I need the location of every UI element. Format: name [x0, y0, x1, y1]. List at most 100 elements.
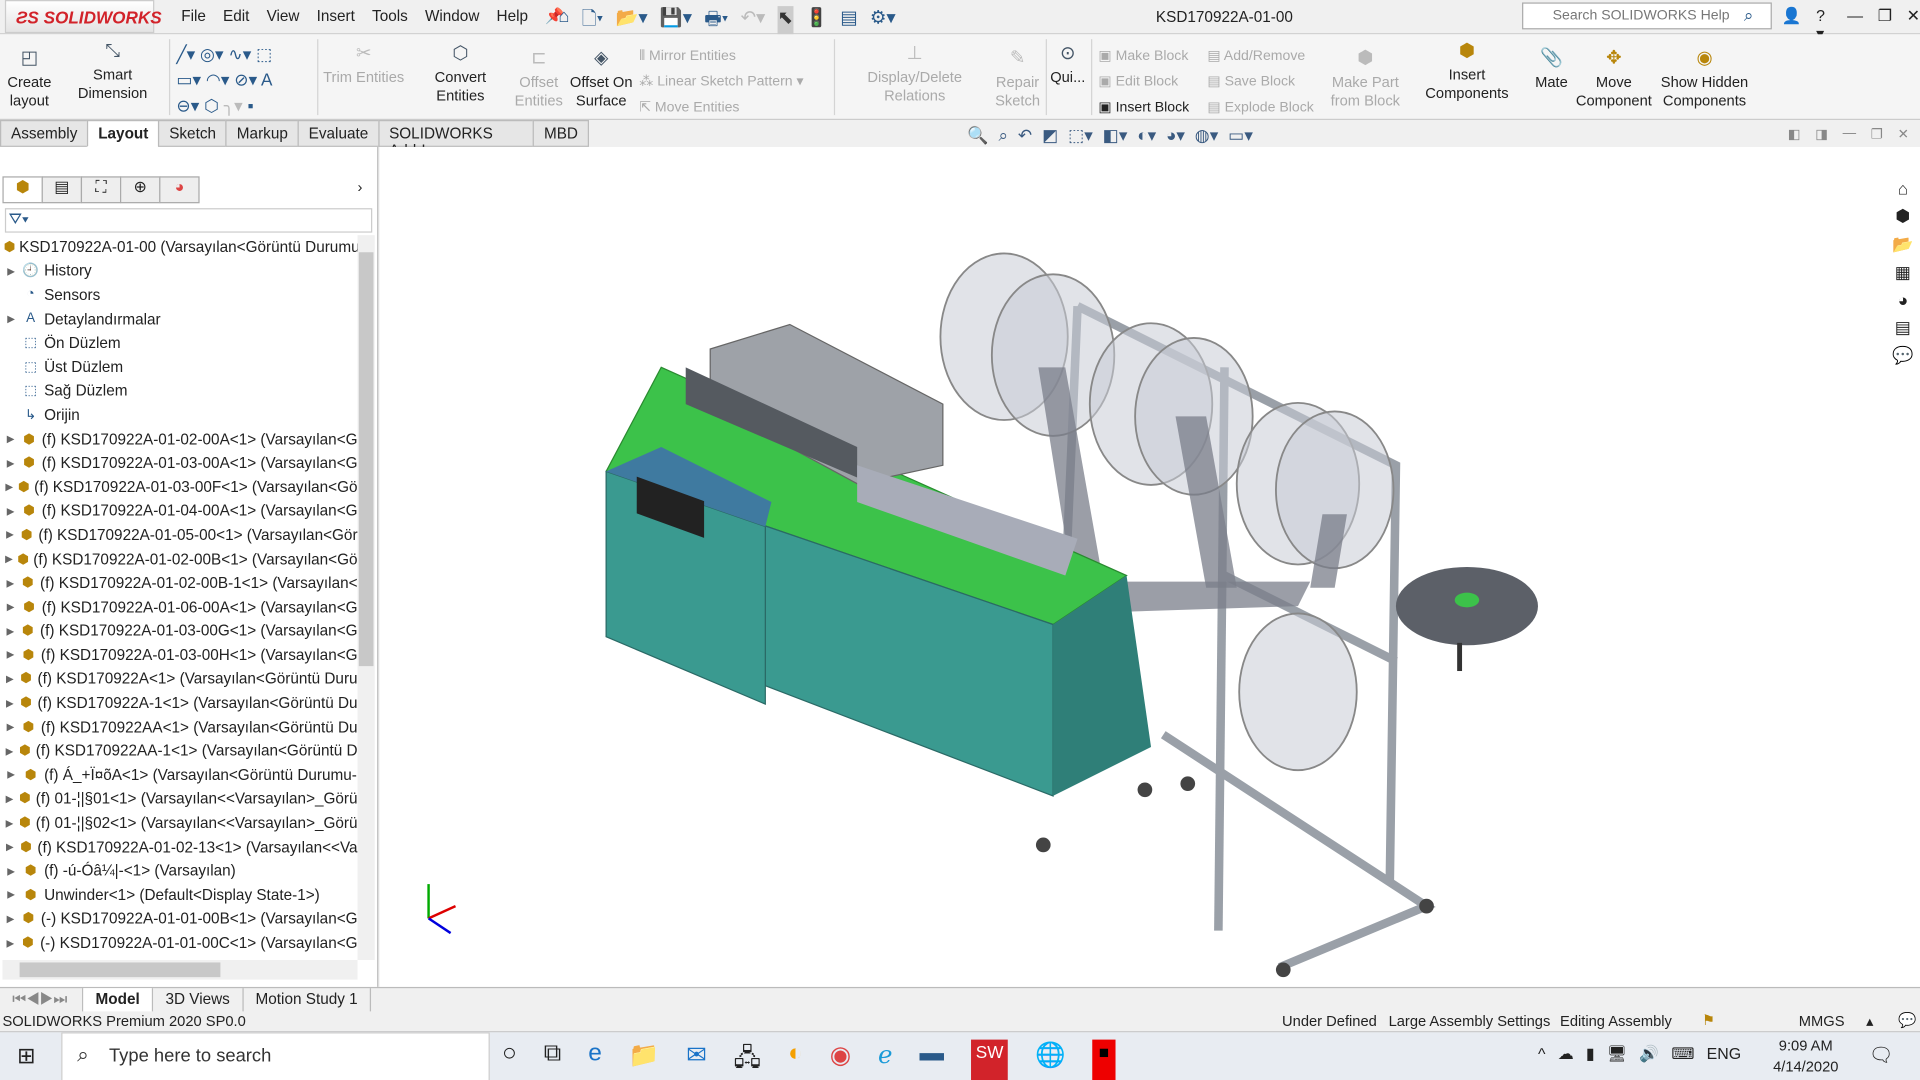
appearances-icon[interactable]: ◕	[1898, 290, 1908, 310]
expand-arrow-icon[interactable]: ▶	[5, 721, 16, 732]
section-view-icon[interactable]: ◩	[1042, 125, 1058, 146]
expand-arrow-icon[interactable]: ▶	[5, 601, 16, 612]
tree-item[interactable]: ▶ ⬢ (f) KSD170922AA<1> (Varsayılan<Görüntü…	[0, 715, 358, 739]
tree-horizontal-scrollbar[interactable]	[2, 960, 358, 980]
tab-sketch[interactable]: Sketch	[158, 120, 228, 147]
fillet-icon[interactable]: ╮▾	[224, 96, 243, 116]
undo-icon[interactable]: ↶▾	[741, 6, 766, 37]
graphics-area[interactable]	[379, 146, 1920, 987]
tree-item[interactable]: ⬚ Ön Düzlem	[0, 331, 358, 355]
circle-icon[interactable]: ◎▾	[200, 44, 224, 64]
slot-icon[interactable]: ⊖▾	[176, 96, 199, 116]
make-block-button[interactable]: ▣ Make Block	[1098, 44, 1189, 70]
volume-icon[interactable]: 🔊	[1639, 1044, 1659, 1064]
show-hidden-icons[interactable]: ^	[1538, 1044, 1545, 1064]
tree-item[interactable]: ◔ Sensors	[0, 283, 358, 307]
tree-item[interactable]: ▶ ⬢ (-) KSD170922A-01-01-00B<1> (Varsayıla…	[0, 907, 358, 931]
tree-item[interactable]: ↳ Orijin	[0, 403, 358, 427]
chrome-icon[interactable]: ◉	[830, 1040, 851, 1080]
expand-arrow-icon[interactable]: ▶	[5, 697, 15, 708]
linear-sketch-pattern-button[interactable]: ⁂ Linear Sketch Pattern ▾	[639, 70, 803, 96]
add-remove-button[interactable]: ▤ Add/Remove	[1207, 44, 1313, 70]
polygon-icon[interactable]: ⬡	[204, 96, 219, 116]
traffic-light-icon[interactable]: 🚦	[805, 6, 828, 37]
tree-root[interactable]: ⬢ KSD170922A-01-00 (Varsayılan<Görüntü Du…	[0, 235, 358, 259]
tab-motion-study-1[interactable]: Motion Study 1	[243, 988, 372, 1012]
tree-item[interactable]: ▶ ⬢ (f) KSD170922A-01-02-13<1> (Varsayılan…	[0, 835, 358, 859]
tab-3d-views[interactable]: 3D Views	[153, 988, 244, 1012]
tree-item[interactable]: ▶ ⬢ (f) KSD170922A-01-02-00B<1> (Varsayıla…	[0, 547, 358, 571]
viewport-split-icon[interactable]: ◨	[1815, 126, 1828, 142]
select-icon[interactable]: ⬉	[777, 6, 793, 37]
show-hidden-components-button[interactable]: ◉ Show Hidden Components	[1658, 49, 1751, 110]
insert-components-button[interactable]: ⬢ Insert Components	[1406, 42, 1528, 103]
options-gear-icon[interactable]: ⚙▾	[870, 6, 896, 37]
expand-arrow-icon[interactable]: ▶	[5, 937, 16, 948]
app-orange-icon[interactable]: ◐	[788, 1040, 803, 1080]
tab-layout[interactable]: Layout	[87, 120, 160, 147]
file-explorer-icon[interactable]: 📁	[629, 1040, 659, 1080]
text-icon[interactable]: A	[261, 70, 272, 90]
zoom-area-icon[interactable]: ⌕	[999, 125, 1009, 146]
spline-icon[interactable]: ∿▾	[228, 44, 251, 64]
tree-filter-input[interactable]: ⛛▾	[4, 208, 373, 233]
tree-item[interactable]: ▶ ⬢ (f) KSD170922A-01-03-00H<1> (Varsayıla…	[0, 643, 358, 667]
menu-edit[interactable]: Edit	[223, 7, 249, 25]
expand-arrow-icon[interactable]: ▶	[5, 314, 17, 325]
offset-entities-button[interactable]: ⊏ Offset Entities	[514, 49, 563, 110]
search-icon[interactable]: ⌕	[1744, 5, 1754, 26]
scrollbar-thumb[interactable]	[358, 252, 374, 667]
make-part-from-block-button[interactable]: ⬢ Make Part from Block	[1330, 49, 1401, 110]
create-layout-button[interactable]: ◰ Create layout	[5, 49, 54, 110]
cortana-icon[interactable]: ○	[502, 1040, 517, 1080]
view-settings-icon[interactable]: ▭▾	[1228, 125, 1253, 146]
configuration-manager-tab[interactable]: ⛶	[80, 176, 122, 204]
notifications-icon[interactable]: 🗨	[1869, 1043, 1894, 1067]
onedrive-icon[interactable]: ☁	[1558, 1044, 1574, 1064]
tree-item[interactable]: ⬚ Sağ Düzlem	[0, 379, 358, 403]
outlook-icon[interactable]: ✉	[686, 1040, 707, 1080]
save-icon[interactable]: 💾▾	[660, 6, 692, 37]
file-properties-icon[interactable]: ▤	[840, 6, 857, 37]
display-manager-tab[interactable]: ◕	[159, 176, 200, 204]
tab-model[interactable]: Model	[83, 988, 154, 1012]
tab-assembly[interactable]: Assembly	[0, 120, 89, 147]
tree-item[interactable]: ▶ ⬢ (f) KSD170922A-01-03-00A<1> (Varsayıla…	[0, 451, 358, 475]
menu-file[interactable]: File	[181, 7, 206, 25]
expand-arrow-icon[interactable]: ▶	[5, 769, 17, 780]
tree-item[interactable]: ▶ ⬢ (f) KSD170922A-01-03-00G<1> (Varsayıla…	[0, 619, 358, 643]
network-icon[interactable]: 🖥	[1607, 1044, 1627, 1064]
offset-on-surface-button[interactable]: ◈ Offset On Surface	[568, 49, 634, 110]
appearance-icon[interactable]: ◕▾	[1166, 125, 1185, 146]
expand-arrow-icon[interactable]: ▶	[5, 577, 16, 588]
app-tool-icon[interactable]: ▬	[919, 1040, 943, 1080]
tree-item[interactable]: ▶ ⬢ (f) KSD170922A-01-02-00A<1> (Varsayıla…	[0, 427, 358, 451]
expand-arrow-icon[interactable]: ▶	[5, 625, 16, 636]
trim-entities-button[interactable]: ✂ Trim Entities	[321, 44, 407, 87]
tree-item[interactable]: ▶ 🕘 History	[0, 259, 358, 283]
keyboard-icon[interactable]: ⌨	[1671, 1044, 1694, 1064]
globe-app-icon[interactable]: 🌐	[1035, 1040, 1065, 1080]
feature-manager-tab[interactable]: ⬢	[2, 176, 43, 204]
point-icon[interactable]: ▪	[248, 96, 254, 116]
tree-item[interactable]: ▶ A Detaylandırmalar	[0, 307, 358, 331]
property-manager-tab[interactable]: ▤	[41, 176, 83, 204]
tree-item[interactable]: ▶ ⬢ (f) KSD170922A-01-03-00F<1> (Varsayıla…	[0, 475, 357, 499]
forum-icon[interactable]: 💬	[1892, 345, 1913, 366]
tab-scroll-arrows[interactable]: ⏮◀▶⏭	[0, 988, 84, 1012]
large-assembly-settings[interactable]: Large Assembly Settings	[1389, 1013, 1551, 1030]
tree-item[interactable]: ▶ ⬢ (f) KSD170922AA-1<1> (Varsayılan<Görün…	[0, 739, 358, 763]
display-style-icon[interactable]: ◧▾	[1103, 125, 1128, 146]
expand-arrow-icon[interactable]: ▶	[5, 889, 17, 900]
tree-item[interactable]: ▶ ⬢ (f) KSD170922A-01-05-00<1> (Varsayılan…	[0, 523, 358, 547]
assembly-model-3d[interactable]	[380, 147, 1920, 987]
construction-icon[interactable]: ⬚	[256, 44, 272, 64]
move-component-button[interactable]: ✥ Move Component	[1575, 49, 1653, 110]
tree-item[interactable]: ▶ ⬢ (f) KSD170922A<1> (Varsayılan<Görüntü …	[0, 667, 358, 691]
viewport-tile-icon[interactable]: ◧	[1788, 126, 1801, 142]
tooltip-icon[interactable]: 💬	[1898, 1011, 1916, 1028]
network-app-icon[interactable]: 🖧	[734, 1040, 761, 1080]
units-selector[interactable]: MMGS	[1799, 1013, 1845, 1030]
language-indicator[interactable]: ENG	[1707, 1044, 1741, 1064]
mirror-entities-button[interactable]: ⫴ Mirror Entities	[639, 44, 803, 70]
